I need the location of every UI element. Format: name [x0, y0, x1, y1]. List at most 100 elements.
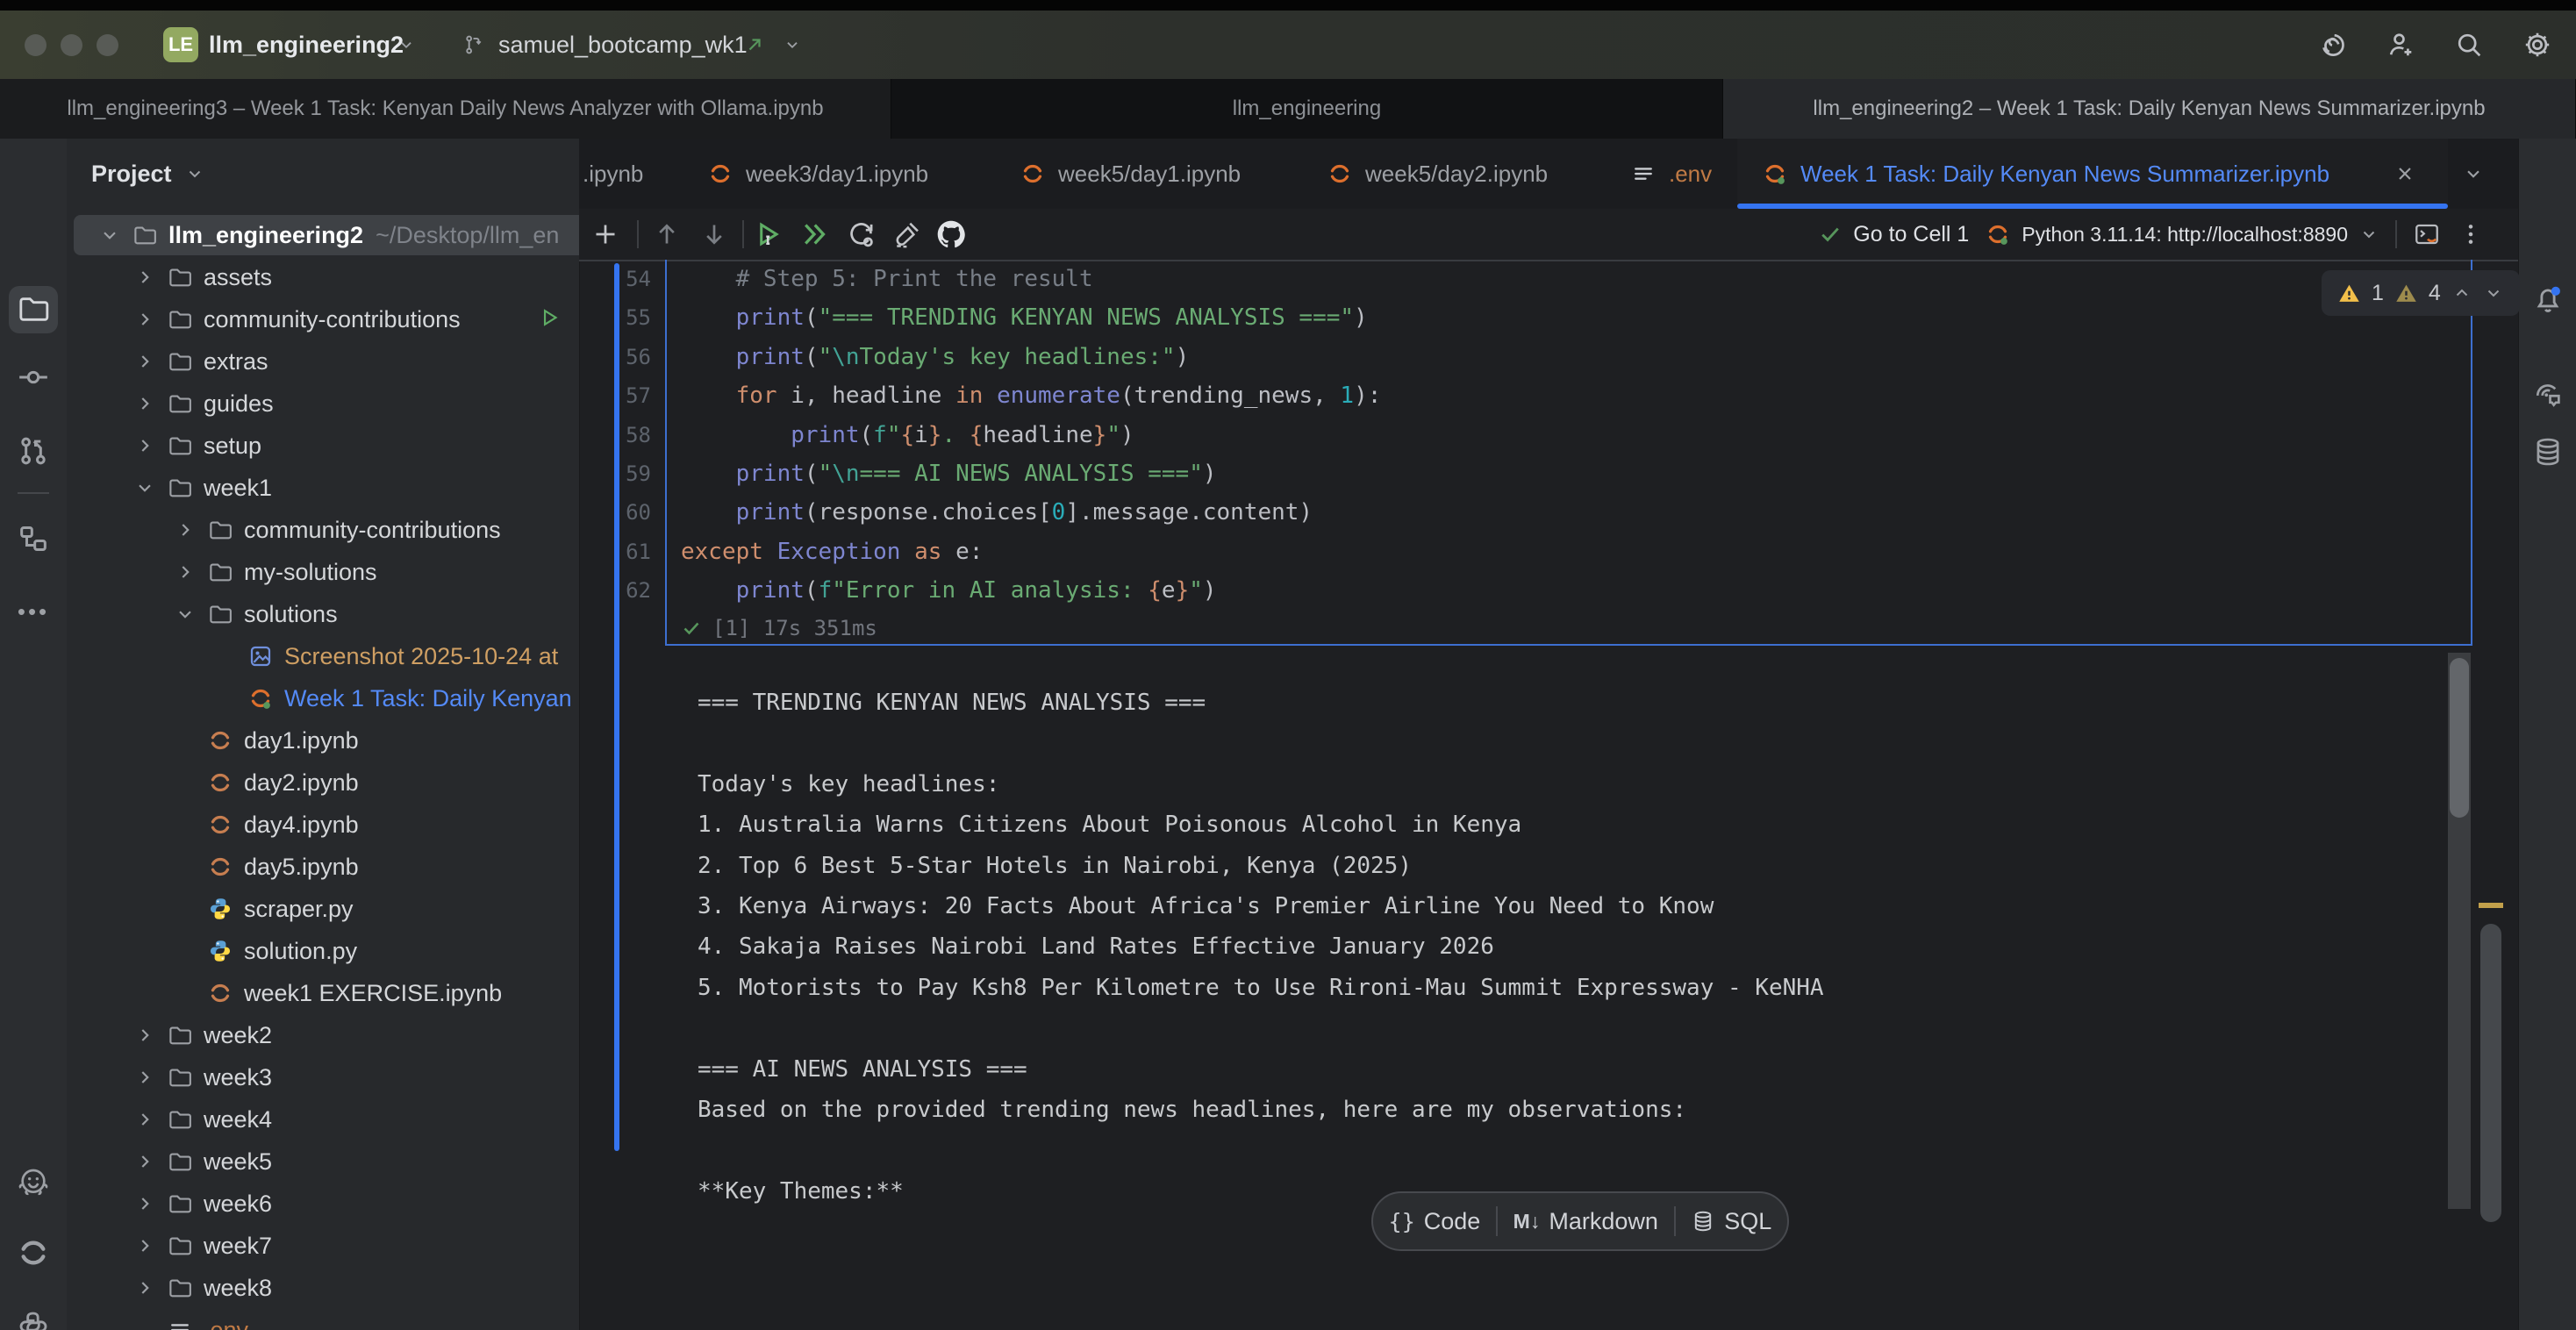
- add-cell-icon[interactable]: [590, 218, 621, 250]
- more-tools-button[interactable]: •••: [0, 598, 67, 626]
- editor-tab-week5-day1[interactable]: week5/day1.ipynb: [1020, 139, 1241, 209]
- tree-item-solutions[interactable]: solutions: [67, 593, 580, 635]
- tab-list-chevron-icon[interactable]: [2462, 162, 2485, 185]
- close-window-button[interactable]: [25, 34, 47, 56]
- editor-tab-fragment[interactable]: .ipynb: [583, 139, 643, 209]
- code-line-56[interactable]: print("\nToday's key headlines:"): [681, 338, 1189, 376]
- code-line-60[interactable]: print(response.choices[0].message.conten…: [681, 493, 1313, 532]
- chevron-right-icon[interactable]: [133, 1234, 156, 1257]
- tree-item-week1[interactable]: week1: [67, 467, 580, 509]
- tree-item-week1-exercise-ipynb[interactable]: week1 EXERCISE.ipynb: [67, 972, 580, 1014]
- warning-stripe-mark[interactable]: [2479, 903, 2503, 908]
- kernel-selector[interactable]: Python 3.11.14: http://localhost:8890: [1985, 221, 2379, 247]
- tree-item-week6[interactable]: week6: [67, 1183, 580, 1225]
- inspection-widget[interactable]: 1 4: [2322, 270, 2520, 316]
- chevron-right-icon[interactable]: [133, 434, 156, 457]
- chevron-down-icon[interactable]: [174, 603, 197, 626]
- python-console-tool-button[interactable]: [0, 1309, 67, 1330]
- editor-tab-week5-day2[interactable]: week5/day2.ipynb: [1327, 139, 1548, 209]
- commit-tool-button[interactable]: [0, 360, 67, 395]
- tree-item-day2-ipynb[interactable]: day2.ipynb: [67, 762, 580, 804]
- zoom-window-button[interactable]: [97, 34, 118, 56]
- close-icon[interactable]: [2394, 162, 2416, 185]
- database-button[interactable]: [2519, 435, 2576, 468]
- chevron-right-icon[interactable]: [133, 266, 156, 289]
- tree-item-day1-ipynb[interactable]: day1.ipynb: [67, 719, 580, 762]
- restart-kernel-icon[interactable]: [846, 218, 877, 250]
- tree-item-screenshot-2025-10-24-at[interactable]: Screenshot 2025-10-24 at: [67, 635, 580, 677]
- tree-item-community-contributions[interactable]: community-contributions: [67, 298, 580, 340]
- tree-item-extras[interactable]: extras: [67, 340, 580, 383]
- tree-item-solution-py[interactable]: solution.py: [67, 930, 580, 972]
- project-tool-button[interactable]: [0, 291, 67, 326]
- editor-scrollbar-thumb[interactable]: [2480, 924, 2501, 1222]
- ai-assistant-icon[interactable]: [2316, 29, 2348, 61]
- chevron-right-icon[interactable]: [174, 561, 197, 583]
- add-user-icon[interactable]: [2385, 29, 2416, 61]
- tree-item-setup[interactable]: setup: [67, 425, 580, 467]
- code-line-61[interactable]: except Exception as e:: [681, 533, 983, 571]
- run-all-cells-icon[interactable]: [798, 218, 830, 250]
- tree-item-week8[interactable]: week8: [67, 1267, 580, 1309]
- pull-requests-tool-button[interactable]: [0, 433, 67, 468]
- next-warning-icon[interactable]: [2483, 282, 2504, 304]
- project-panel-title[interactable]: Project: [91, 161, 172, 188]
- tree-item-week4[interactable]: week4: [67, 1098, 580, 1141]
- settings-gear-icon[interactable]: [2522, 29, 2553, 61]
- chevron-right-icon[interactable]: [133, 392, 156, 415]
- window-tab-llm-engineering2[interactable]: llm_engineering2 – Week 1 Task: Daily Ke…: [1723, 79, 2576, 139]
- tree-item-week7[interactable]: week7: [67, 1225, 580, 1267]
- chevron-down-icon[interactable]: [397, 35, 416, 54]
- add-markdown-cell-button[interactable]: M↓ Markdown: [1513, 1208, 1658, 1235]
- editor-tab-active[interactable]: Week 1 Task: Daily Kenyan News Summarize…: [1737, 139, 2448, 209]
- move-cell-up-icon[interactable]: [651, 218, 683, 250]
- chevron-down-icon[interactable]: [783, 35, 802, 54]
- project-switcher[interactable]: llm_engineering2: [209, 11, 404, 79]
- add-sql-cell-button[interactable]: SQL: [1691, 1208, 1771, 1235]
- tree-item--env[interactable]: .env: [67, 1309, 580, 1330]
- tree-item-community-contributions[interactable]: community-contributions: [67, 509, 580, 551]
- chevron-right-icon[interactable]: [133, 1276, 156, 1299]
- tree-item-llm-engineering2[interactable]: llm_engineering2~/Desktop/llm_en: [67, 214, 580, 256]
- output-scrollbar-thumb[interactable]: [2450, 658, 2469, 818]
- chevron-right-icon[interactable]: [174, 518, 197, 541]
- tree-item-week-1-task-daily-kenyan[interactable]: Week 1 Task: Daily Kenyan: [67, 677, 580, 719]
- window-tab-llm-engineering3[interactable]: llm_engineering3 – Week 1 Task: Kenyan D…: [0, 79, 891, 139]
- search-icon[interactable]: [2453, 29, 2485, 61]
- tree-item-week5[interactable]: week5: [67, 1141, 580, 1183]
- code-line-59[interactable]: print("\n=== AI NEWS ANALYSIS ==="): [681, 454, 1217, 493]
- tree-item-my-solutions[interactable]: my-solutions: [67, 551, 580, 593]
- window-tab-llm-engineering[interactable]: llm_engineering: [891, 79, 1723, 139]
- editor-tab-env[interactable]: .env: [1630, 139, 1712, 209]
- chevron-right-icon[interactable]: [133, 1066, 156, 1089]
- run-cell-icon[interactable]: [753, 218, 784, 250]
- chevron-right-icon[interactable]: [133, 1150, 156, 1173]
- run-line-marker-icon[interactable]: [539, 306, 562, 329]
- branch-switcher[interactable]: samuel_bootcamp_wk1: [498, 11, 748, 79]
- tree-item-scraper-py[interactable]: scraper.py: [67, 888, 580, 930]
- jupyter-console-icon[interactable]: [2413, 220, 2441, 248]
- prev-warning-icon[interactable]: [2451, 282, 2472, 304]
- tree-item-day5-ipynb[interactable]: day5.ipynb: [67, 846, 580, 888]
- chevron-down-icon[interactable]: [184, 163, 205, 184]
- chevron-right-icon[interactable]: [133, 1192, 156, 1215]
- chevron-right-icon[interactable]: [133, 308, 156, 331]
- github-icon[interactable]: [935, 218, 967, 250]
- editor-tab-week3-day1[interactable]: week3/day1.ipynb: [707, 139, 928, 209]
- code-line-57[interactable]: for i, headline in enumerate(trending_ne…: [681, 376, 1381, 415]
- tree-item-week2[interactable]: week2: [67, 1014, 580, 1056]
- chevron-down-icon[interactable]: [133, 476, 156, 499]
- cell-code-editor[interactable]: # Step 5: Print the result print("=== TR…: [681, 260, 2453, 611]
- chevron-down-icon[interactable]: [98, 224, 121, 247]
- tree-item-day4-ipynb[interactable]: day4.ipynb: [67, 804, 580, 846]
- code-line-54[interactable]: # Step 5: Print the result: [681, 260, 1093, 298]
- move-cell-down-icon[interactable]: [698, 218, 730, 250]
- tree-item-guides[interactable]: guides: [67, 383, 580, 425]
- clear-outputs-icon[interactable]: [891, 218, 923, 250]
- code-line-62[interactable]: print(f"Error in AI analysis: {e}"): [681, 571, 1217, 610]
- more-options-icon[interactable]: [2457, 220, 2485, 248]
- go-to-cell-button[interactable]: Go to Cell 1: [1818, 222, 1969, 247]
- tree-item-week3[interactable]: week3: [67, 1056, 580, 1098]
- ai-chat-button[interactable]: [2519, 377, 2576, 411]
- huggingface-tool-button[interactable]: [0, 1165, 67, 1200]
